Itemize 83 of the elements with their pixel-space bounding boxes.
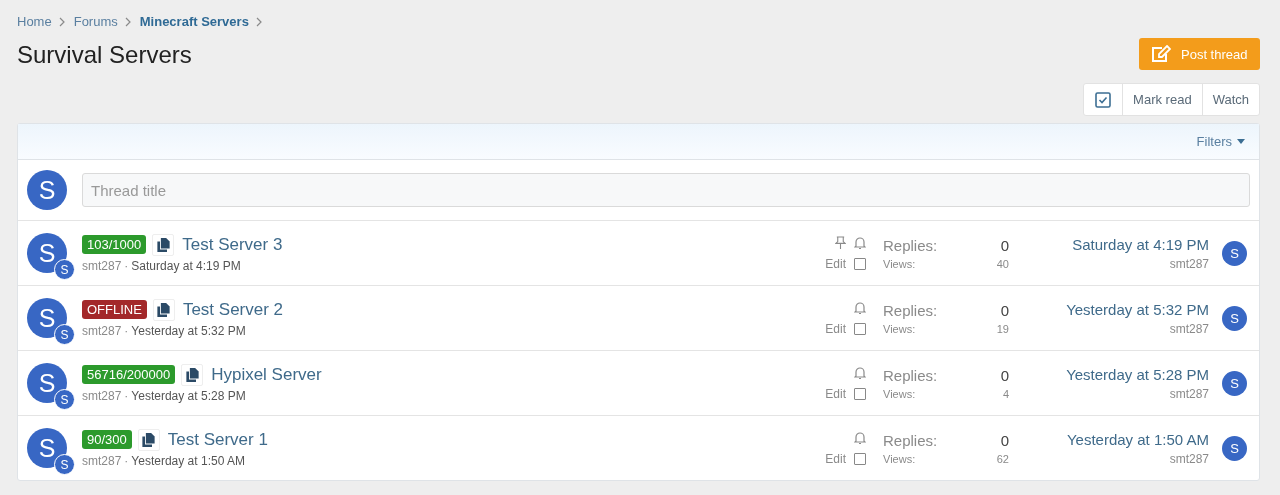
breadcrumb-link[interactable]: Forums (73, 14, 118, 29)
edit-link[interactable]: Edit (825, 256, 846, 271)
small-avatar[interactable]: S (1222, 305, 1247, 331)
thread-title-link[interactable]: Test Server 2 (182, 299, 284, 320)
separator-dot: · (124, 258, 129, 273)
checkbox[interactable] (854, 257, 866, 270)
action-button[interactable]: Watch (1201, 84, 1259, 115)
checkbox[interactable] (854, 322, 866, 335)
replies-count: 0 (1000, 431, 1009, 449)
replies-label: Replies: (883, 301, 938, 319)
views-label: Views: (883, 387, 916, 400)
separator-dot: · (124, 453, 129, 468)
status-label[interactable]: 56716/200000 (82, 365, 176, 384)
thread-title-link[interactable]: Hypixel Server (211, 364, 322, 385)
replies-label: Replies: (883, 366, 938, 384)
edit-link[interactable]: Edit (825, 386, 846, 401)
chevron-icon (124, 16, 131, 27)
status-label[interactable]: OFFLINE (82, 300, 147, 319)
chevron-icon (58, 16, 65, 27)
documents-icon (137, 428, 160, 451)
small-avatar[interactable]: S (54, 259, 75, 280)
thread-date-link[interactable]: Yesterday at 5:28 PM (131, 388, 246, 403)
last-poster-link[interactable]: smt287 (1169, 321, 1209, 336)
author-link[interactable]: smt287 (82, 388, 122, 403)
edit-icon (1151, 45, 1171, 63)
last-poster-link[interactable]: smt287 (1169, 451, 1209, 466)
thread-title-field[interactable]: Thread title (82, 173, 1250, 207)
replies-label: Replies: (883, 431, 938, 449)
replies-label: Replies: (883, 236, 938, 254)
status-label[interactable]: 103/1000 (82, 235, 147, 254)
caret-icon (1237, 139, 1245, 144)
views-count: 19 (996, 322, 1009, 335)
page-title: Survival Servers (17, 41, 193, 69)
status-label[interactable]: 90/300 (82, 430, 132, 449)
thread-date-link[interactable]: Saturday at 4:19 PM (131, 258, 241, 273)
last-post-date-link[interactable]: Saturday at 4:19 PM (1072, 235, 1209, 253)
edit-link[interactable]: Edit (825, 321, 846, 336)
last-post-date-link[interactable]: Yesterday at 5:28 PM (1066, 365, 1209, 383)
small-avatar[interactable]: S (1222, 240, 1247, 266)
documents-icon (181, 363, 204, 386)
thread-title-link[interactable]: Test Server 3 (182, 234, 283, 255)
checkbox-icon (1095, 91, 1112, 108)
edit-link[interactable]: Edit (825, 451, 846, 466)
last-poster-link[interactable]: smt287 (1169, 256, 1209, 271)
thread-date-link[interactable]: Yesterday at 1:50 AM (131, 453, 245, 468)
last-post-date-link[interactable]: Yesterday at 1:50 AM (1066, 430, 1209, 448)
bell-icon[interactable] (854, 300, 866, 315)
checkbox[interactable] (854, 387, 866, 400)
chevron-icon (255, 16, 262, 27)
last-post-date-link[interactable]: Yesterday at 5:32 PM (1066, 300, 1209, 318)
last-poster-link[interactable]: smt287 (1169, 386, 1209, 401)
small-avatar[interactable]: S (54, 389, 75, 410)
breadcrumb-link[interactable]: Minecraft Servers (139, 14, 249, 29)
views-label: Views: (883, 322, 916, 335)
author-link[interactable]: smt287 (82, 453, 122, 468)
views-label: Views: (883, 257, 916, 270)
author-link[interactable]: smt287 (82, 323, 122, 338)
avatar[interactable]: S (27, 170, 67, 210)
bell-icon[interactable] (854, 235, 866, 250)
replies-count: 0 (1000, 366, 1009, 384)
small-avatar[interactable]: S (1222, 370, 1247, 396)
bell-icon[interactable] (854, 365, 866, 380)
separator-dot: · (124, 388, 129, 403)
action-button[interactable]: Mark read (1122, 84, 1202, 115)
small-avatar[interactable]: S (54, 324, 75, 345)
separator-dot: · (124, 323, 129, 338)
bell-icon[interactable] (854, 430, 866, 445)
checkbox[interactable] (854, 452, 866, 465)
small-avatar[interactable]: S (54, 454, 75, 475)
breadcrumb-link[interactable]: Home (17, 14, 52, 29)
thread-date-link[interactable]: Yesterday at 5:32 PM (131, 323, 246, 338)
replies-count: 0 (1000, 301, 1009, 319)
views-count: 4 (1002, 387, 1009, 400)
documents-icon (152, 233, 175, 256)
replies-count: 0 (1000, 236, 1009, 254)
views-label: Views: (883, 452, 916, 465)
filters-button[interactable]: Filters (1196, 134, 1245, 149)
documents-icon (152, 298, 175, 321)
views-count: 62 (996, 452, 1009, 465)
thread-title-link[interactable]: Test Server 1 (167, 429, 268, 450)
views-count: 40 (996, 257, 1009, 270)
author-link[interactable]: smt287 (82, 258, 122, 273)
small-avatar[interactable]: S (1222, 435, 1247, 461)
